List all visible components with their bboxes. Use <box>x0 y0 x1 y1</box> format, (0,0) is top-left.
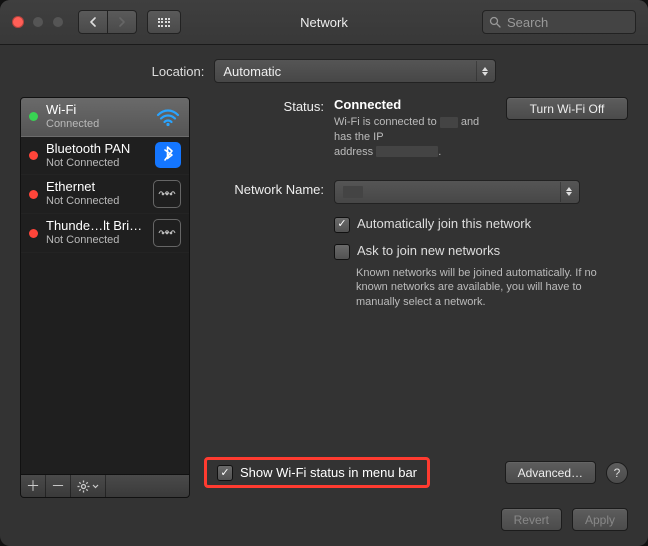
sidebar-item-thunderbolt-bridge[interactable]: Thunde…lt Bridge Not Connected <box>21 214 189 253</box>
updown-icon <box>476 61 493 81</box>
sidebar-item-ethernet[interactable]: Ethernet Not Connected <box>21 175 189 214</box>
updown-icon <box>560 182 577 202</box>
minimize-window-button[interactable] <box>32 16 44 28</box>
gear-icon <box>77 480 90 493</box>
interface-name: Thunde…lt Bridge <box>46 219 145 234</box>
sidebar-item-bluetooth-pan[interactable]: Bluetooth PAN Not Connected <box>21 137 189 176</box>
window-title: Network <box>300 15 348 30</box>
thunderbolt-icon <box>153 219 181 247</box>
status-note: Wi-Fi is connected to and has the IP add… <box>334 115 494 160</box>
chevron-down-icon <box>92 484 99 489</box>
interface-actions-menu[interactable] <box>71 475 106 497</box>
checkbox-icon <box>334 244 350 260</box>
forward-button <box>108 10 137 34</box>
ask-join-label: Ask to join new networks <box>357 243 500 258</box>
show-status-checkbox[interactable] <box>217 465 233 481</box>
checkbox-icon <box>334 217 350 233</box>
location-value: Automatic <box>223 64 281 79</box>
turn-wifi-off-button[interactable]: Turn Wi-Fi Off <box>506 97 628 120</box>
ethernet-icon <box>153 180 181 208</box>
search-placeholder: Search <box>507 15 548 30</box>
status-dot-icon <box>29 112 38 121</box>
apply-button[interactable]: Apply <box>572 508 628 531</box>
interface-name: Wi-Fi <box>46 103 147 118</box>
auto-join-checkbox[interactable]: Automatically join this network <box>334 216 628 233</box>
highlighted-option: Show Wi-Fi status in menu bar <box>204 457 430 488</box>
advanced-button[interactable]: Advanced… <box>505 461 596 484</box>
interface-name: Bluetooth PAN <box>46 142 147 157</box>
sidebar-item-wifi[interactable]: Wi-Fi Connected <box>21 98 189 137</box>
status-dot-icon <box>29 190 38 199</box>
back-button[interactable] <box>78 10 108 34</box>
window-controls <box>12 16 64 28</box>
status-dot-icon <box>29 151 38 160</box>
location-label: Location: <box>152 64 205 79</box>
titlebar: Network Search <box>0 0 648 45</box>
interface-status: Not Connected <box>46 234 145 247</box>
revert-button[interactable]: Revert <box>501 508 562 531</box>
help-button[interactable]: ? <box>606 462 628 484</box>
grid-icon <box>158 18 171 27</box>
interface-name: Ethernet <box>46 180 145 195</box>
interface-list[interactable]: Wi-Fi Connected Bluetooth PAN Not Connec… <box>20 97 190 475</box>
ask-join-checkbox[interactable]: Ask to join new networks <box>334 243 628 260</box>
interface-status: Not Connected <box>46 195 145 208</box>
interface-status: Not Connected <box>46 157 147 170</box>
bluetooth-icon <box>155 142 181 168</box>
search-field[interactable]: Search <box>482 10 636 34</box>
close-window-button[interactable] <box>12 16 24 28</box>
network-preferences-window: Network Search Location: Automatic Wi-Fi <box>0 0 648 546</box>
status-label: Status: <box>204 97 334 160</box>
auto-join-label: Automatically join this network <box>357 216 531 231</box>
show-status-label: Show Wi-Fi status in menu bar <box>240 465 417 480</box>
interface-status: Connected <box>46 118 147 131</box>
remove-interface-button[interactable]: － <box>46 475 71 497</box>
network-name-select[interactable] <box>334 180 580 204</box>
location-select[interactable]: Automatic <box>214 59 496 83</box>
ask-join-note: Known networks will be joined automatica… <box>356 266 616 311</box>
search-icon <box>489 16 501 28</box>
show-all-button[interactable] <box>147 10 181 34</box>
zoom-window-button[interactable] <box>52 16 64 28</box>
wifi-icon <box>155 104 181 130</box>
network-name-label: Network Name: <box>204 180 334 311</box>
status-dot-icon <box>29 229 38 238</box>
add-interface-button[interactable]: ＋ <box>21 475 46 497</box>
status-value: Connected <box>334 97 494 112</box>
network-name-value <box>343 186 363 198</box>
